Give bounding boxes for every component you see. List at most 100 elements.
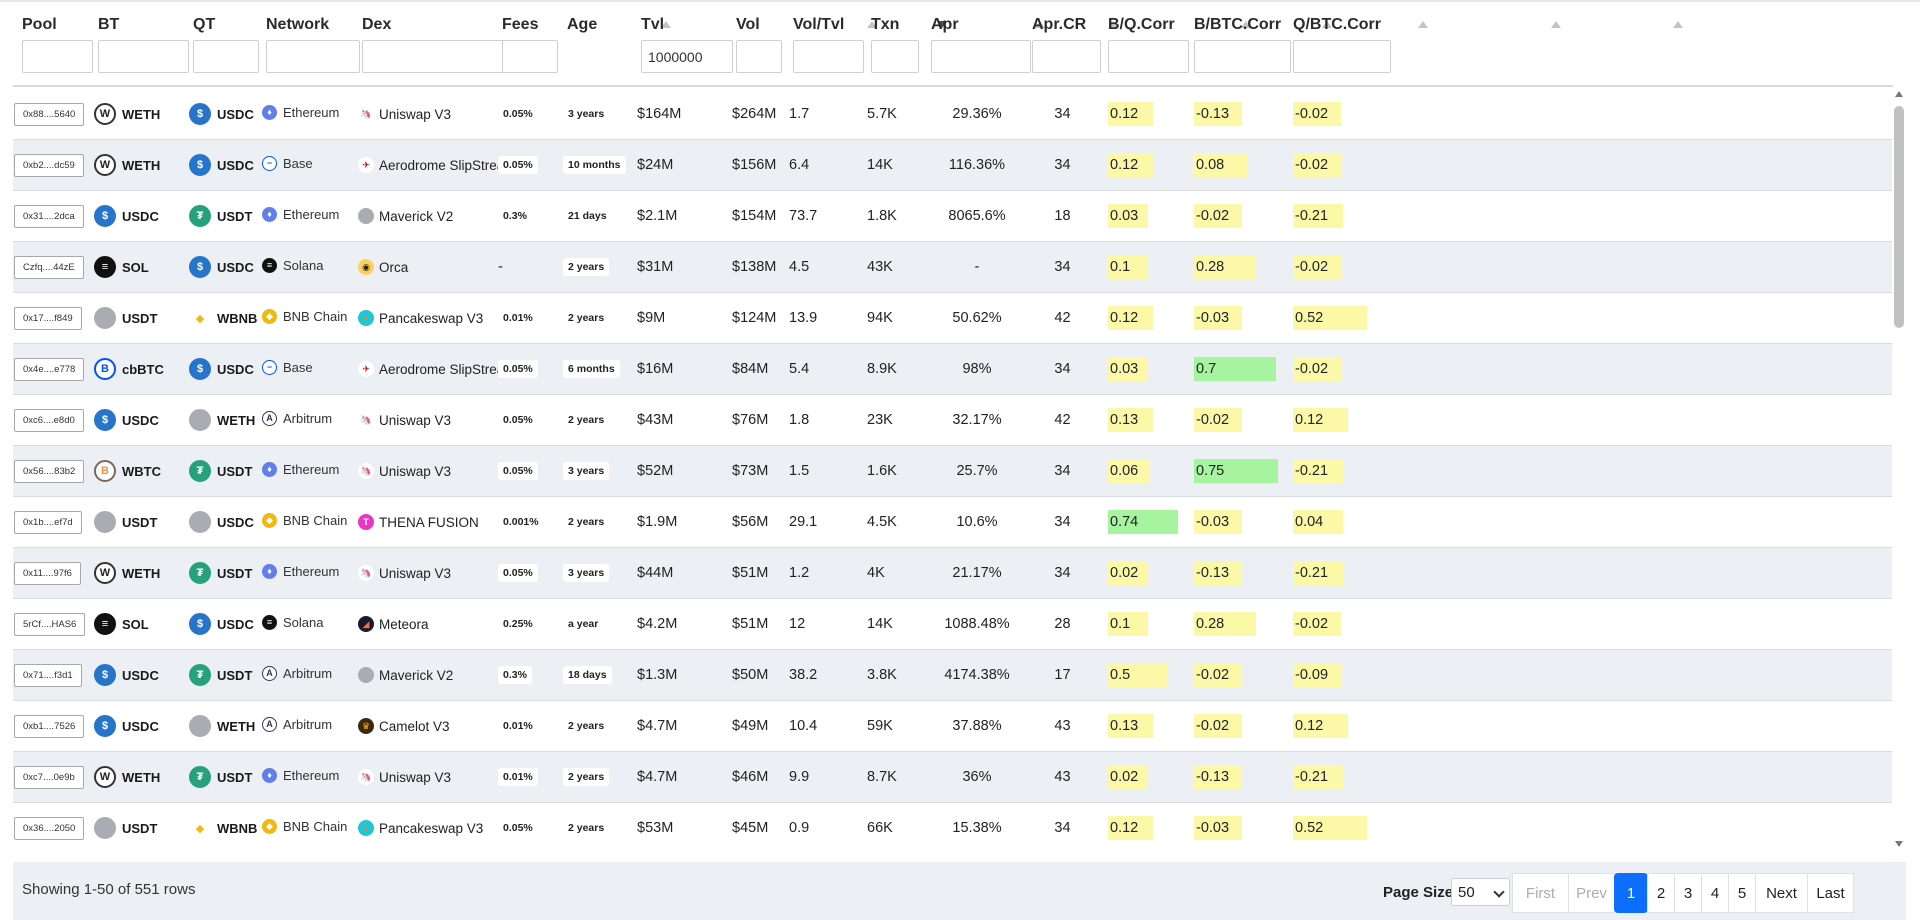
table-row[interactable]: 0xb2....dc59 W WETH $ USDC − Base ✈ Aerodrome Sl… — [13, 140, 1892, 191]
dex-label: ● Pancakeswap V3 — [358, 820, 483, 836]
table-row[interactable]: 0x88....5640 W WETH $ USDC ♦ Ethereum 🦄 Uniswap … — [13, 89, 1892, 140]
apr-cr-value: 43 — [1054, 769, 1071, 785]
filter-input-qt[interactable] — [193, 40, 259, 73]
table-row[interactable]: 0x36....2050 USDT ◆ WBNB ◆ BNB Chain ● Pancakes… — [13, 803, 1892, 851]
vertical-scrollbar[interactable] — [1892, 89, 1906, 849]
scrollbar-thumb[interactable] — [1894, 106, 1904, 328]
pager-5-button[interactable]: 5 — [1728, 873, 1756, 913]
column-title-age[interactable]: Age — [567, 16, 597, 34]
apr-value: 21.17% — [952, 565, 1002, 581]
volume-value: $84M — [732, 361, 769, 377]
filter-input-bbtc[interactable] — [1194, 40, 1291, 73]
filter-input-txn[interactable] — [871, 40, 919, 73]
column-title-fees[interactable]: Fees — [502, 16, 538, 34]
pool-address-button[interactable]: 0x71....f3d1 — [14, 663, 82, 687]
cell-bq: 0.13 — [1108, 395, 1153, 445]
table-row[interactable]: Czfq....44zE ≡ SOL $ USDC ≡ Solana ◉ Orca - 2 year… — [13, 242, 1892, 293]
table-row[interactable]: 0x17....f849 USDT ◆ WBNB ◆ BNB Chain ● Pancakes… — [13, 293, 1892, 344]
table-row[interactable]: 0xb1....7526 $ USDC WETH A Arbitrum ♛ Camelot V… — [13, 701, 1892, 752]
sort-asc-icon[interactable] — [1551, 21, 1561, 28]
filter-input-aprcr[interactable] — [1032, 40, 1101, 73]
column-title-pool[interactable]: Pool — [22, 16, 57, 34]
cell-dex: 🦄 Uniswap V3 — [358, 89, 451, 139]
column-title-dex[interactable]: Dex — [362, 16, 391, 34]
scroll-up-icon[interactable] — [1895, 91, 1903, 97]
column-title-tvl[interactable]: Tvl — [641, 16, 664, 34]
column-title-txn[interactable]: Txn — [871, 16, 899, 34]
cell-pool: 0x71....f3d1 — [14, 650, 82, 700]
pool-address-button[interactable]: 0x1b....ef7d — [14, 510, 82, 534]
pool-address-button[interactable]: 0x36....2050 — [14, 816, 85, 840]
column-title-bq[interactable]: B/Q.Corr — [1108, 16, 1175, 34]
filter-input-qbtc[interactable] — [1293, 40, 1391, 73]
base-token-symbol: cbBTC — [122, 361, 164, 377]
arbitrum-icon: A — [262, 410, 277, 426]
table-row[interactable]: 0x1b....ef7d USDT USDC ◆ BNB Chain T THENA FUS… — [13, 497, 1892, 548]
pager-2-button[interactable]: 2 — [1647, 873, 1675, 913]
pool-address-button[interactable]: 0x4e....e778 — [14, 357, 85, 381]
pool-address-button[interactable]: 0x31....2dca — [14, 204, 84, 228]
pool-address-button[interactable]: 0xb1....7526 — [14, 714, 85, 738]
pager-next-button[interactable]: Next — [1755, 873, 1808, 913]
table-row[interactable]: 0x71....f3d1 $ USDC ₮ USDT A Arbitrum Maverick … — [13, 650, 1892, 701]
ethereum-icon: ♦ — [262, 767, 277, 783]
pool-address-button[interactable]: 0x17....f849 — [14, 306, 82, 330]
sort-asc-icon[interactable] — [1418, 21, 1428, 28]
pool-address-button[interactable]: Czfq....44zE — [14, 255, 84, 279]
pool-address-button[interactable]: 0x11....97f6 — [14, 561, 81, 585]
filter-input-apr[interactable] — [931, 40, 1031, 73]
column-title-aprcr[interactable]: Apr.CR — [1032, 16, 1086, 34]
age-badge: 2 years — [563, 819, 610, 837]
column-title-apr[interactable]: Apr — [931, 16, 959, 34]
tvl-value: $43M — [637, 412, 674, 428]
pool-address-button[interactable]: 0xc6....e8d0 — [14, 408, 84, 432]
pool-address-button[interactable]: 5rCf....HAS6 — [14, 612, 86, 636]
column-title-qbtc[interactable]: Q/BTC.Corr — [1293, 16, 1381, 34]
filter-input-bq[interactable] — [1108, 40, 1189, 73]
network-name: Base — [283, 155, 313, 171]
column-title-bbtc[interactable]: B/BTC.Corr — [1194, 16, 1281, 34]
dex-name: Uniswap V3 — [379, 106, 452, 122]
pager-4-button[interactable]: 4 — [1701, 873, 1729, 913]
pager-1-button[interactable]: 1 — [1614, 873, 1648, 913]
table-row[interactable]: 0x11....97f6 W WETH ₮ USDT ♦ Ethereum 🦄 Uniswap … — [13, 548, 1892, 599]
cell-fees: 0.05% — [498, 395, 538, 445]
volume-value: $154M — [732, 208, 777, 224]
pager-3-button[interactable]: 3 — [1674, 873, 1702, 913]
filter-input-fees[interactable] — [502, 40, 558, 73]
table-row[interactable]: 0x4e....e778 BcbBTC $ USDC − Base ✈ Aerodrome S… — [13, 344, 1892, 395]
cell-txn: 4K — [867, 548, 885, 598]
cell-bq: 0.1 — [1108, 242, 1148, 292]
table-row[interactable]: 0x31....2dca $ USDC ₮ USDT ♦ Ethereum Maverick … — [13, 191, 1892, 242]
pool-address-button[interactable]: 0xb2....dc59 — [14, 153, 84, 177]
cell-bq: 0.03 — [1108, 344, 1148, 394]
scroll-down-icon[interactable] — [1895, 841, 1903, 847]
filter-input-bt[interactable] — [98, 40, 189, 73]
cell-tvl: $4.2M — [637, 599, 677, 649]
filter-input-dex[interactable] — [362, 40, 509, 73]
pager-last-button[interactable]: Last — [1807, 873, 1854, 913]
table-row[interactable]: 5rCf....HAS6 ≡ SOL $ USDC ≡ Solana ◢ Meteora 0.25… — [13, 599, 1892, 650]
column-title-voltvl[interactable]: Vol/Tvl — [793, 16, 844, 34]
sort-asc-icon[interactable] — [1673, 21, 1683, 28]
column-title-bt[interactable]: BT — [98, 16, 119, 34]
filter-input-voltvl[interactable] — [793, 40, 864, 73]
column-title-vol[interactable]: Vol — [736, 16, 760, 34]
pool-address-button[interactable]: 0x56....83b2 — [14, 459, 85, 483]
pool-address-button[interactable]: 0xc7....0e9b — [14, 765, 84, 789]
filter-input-pool[interactable] — [22, 40, 93, 73]
filter-input-tvl[interactable] — [641, 40, 733, 73]
table-row[interactable]: 0x56....83b2 B WBTC ₮ USDT ♦ Ethereum 🦄 Uniswap … — [13, 446, 1892, 497]
cell-vol: $124M — [732, 293, 776, 343]
cell-fees: 0.3% — [498, 191, 532, 241]
column-title-qt[interactable]: QT — [193, 16, 215, 34]
cell-apr: 98% — [927, 344, 1027, 394]
filter-input-vol[interactable] — [736, 40, 782, 73]
table-row[interactable]: 0xc7....0e9b W WETH ₮ USDT ♦ Ethereum 🦄 Uniswap … — [13, 752, 1892, 803]
table-row[interactable]: 0xc6....e8d0 $ USDC WETH A Arbitrum 🦄 Uniswap V… — [13, 395, 1892, 446]
pool-address-button[interactable]: 0x88....5640 — [14, 102, 85, 126]
cell-tvl: $43M — [637, 395, 673, 445]
column-title-network[interactable]: Network — [266, 16, 329, 34]
page-size-select[interactable]: 50 — [1451, 878, 1510, 906]
filter-input-network[interactable] — [266, 40, 360, 73]
